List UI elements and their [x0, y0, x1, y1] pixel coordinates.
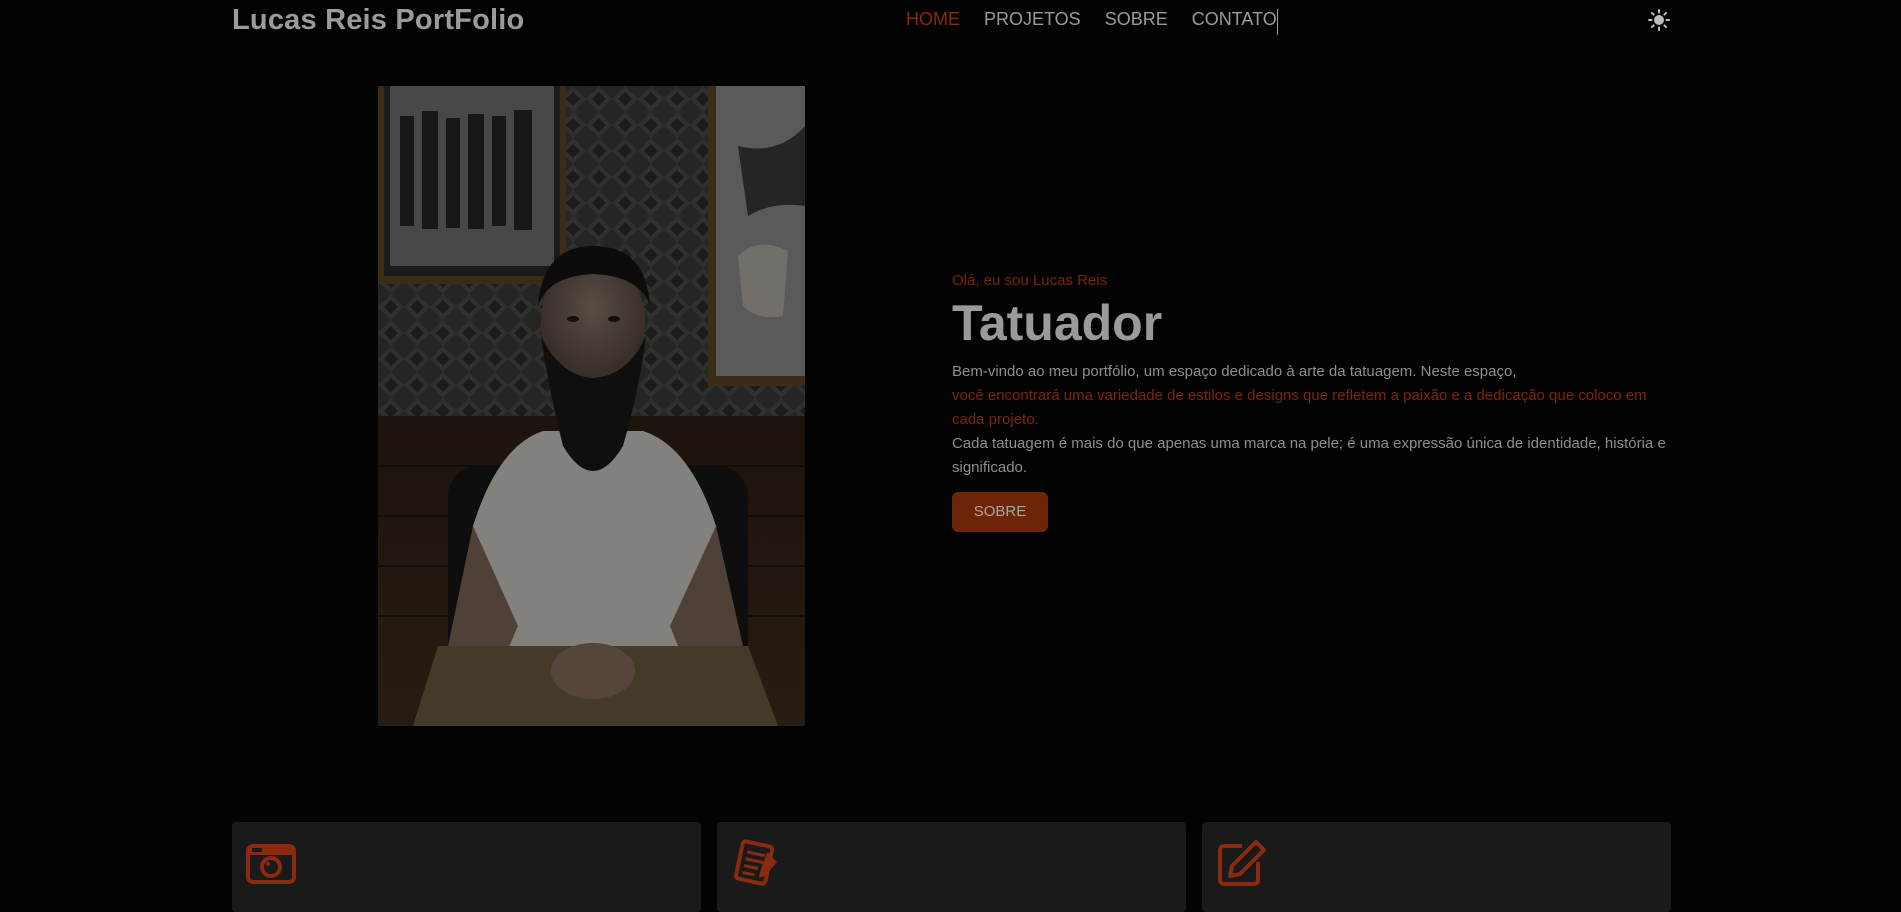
text-cursor: [1276, 9, 1278, 35]
hero-paragraph-3: Cada tatuagem é mais do que apenas uma m…: [952, 434, 1666, 476]
hero-paragraph-1: Bem-vindo ao meu portfólio, um espaço de…: [952, 362, 1517, 380]
camera-icon: [246, 838, 296, 888]
hero-title: Tatuador: [952, 295, 1163, 351]
nav-menu: HOME PROJETOS SOBRE CONTATO: [906, 9, 1278, 35]
navbar: Lucas Reis PortFolio HOME PROJETOS SOBRE…: [0, 0, 1901, 48]
hero-section: Olá, eu sou Lucas Reis Tatuador Bem-vind…: [952, 272, 1672, 532]
sobre-button[interactable]: SOBRE: [952, 491, 1048, 532]
nav-projetos[interactable]: PROJETOS: [984, 9, 1081, 35]
nav-sobre[interactable]: SOBRE: [1105, 9, 1168, 35]
nav-home[interactable]: HOME: [906, 9, 960, 35]
service-card-2[interactable]: [717, 822, 1186, 912]
brand-logo[interactable]: Lucas Reis PortFolio: [232, 4, 524, 37]
hero-paragraph-2: você encontrará uma variedade de estilos…: [952, 386, 1647, 428]
portrait-photo: [378, 86, 805, 726]
service-card-1[interactable]: [232, 822, 701, 912]
service-card-3[interactable]: [1202, 822, 1671, 912]
nav-contato[interactable]: CONTATO: [1192, 9, 1277, 35]
notes-icon: [731, 838, 781, 888]
edit-icon: [1216, 838, 1266, 888]
sun-icon[interactable]: [1648, 9, 1670, 31]
hero-greeting: Olá, eu sou Lucas Reis: [952, 272, 1108, 289]
